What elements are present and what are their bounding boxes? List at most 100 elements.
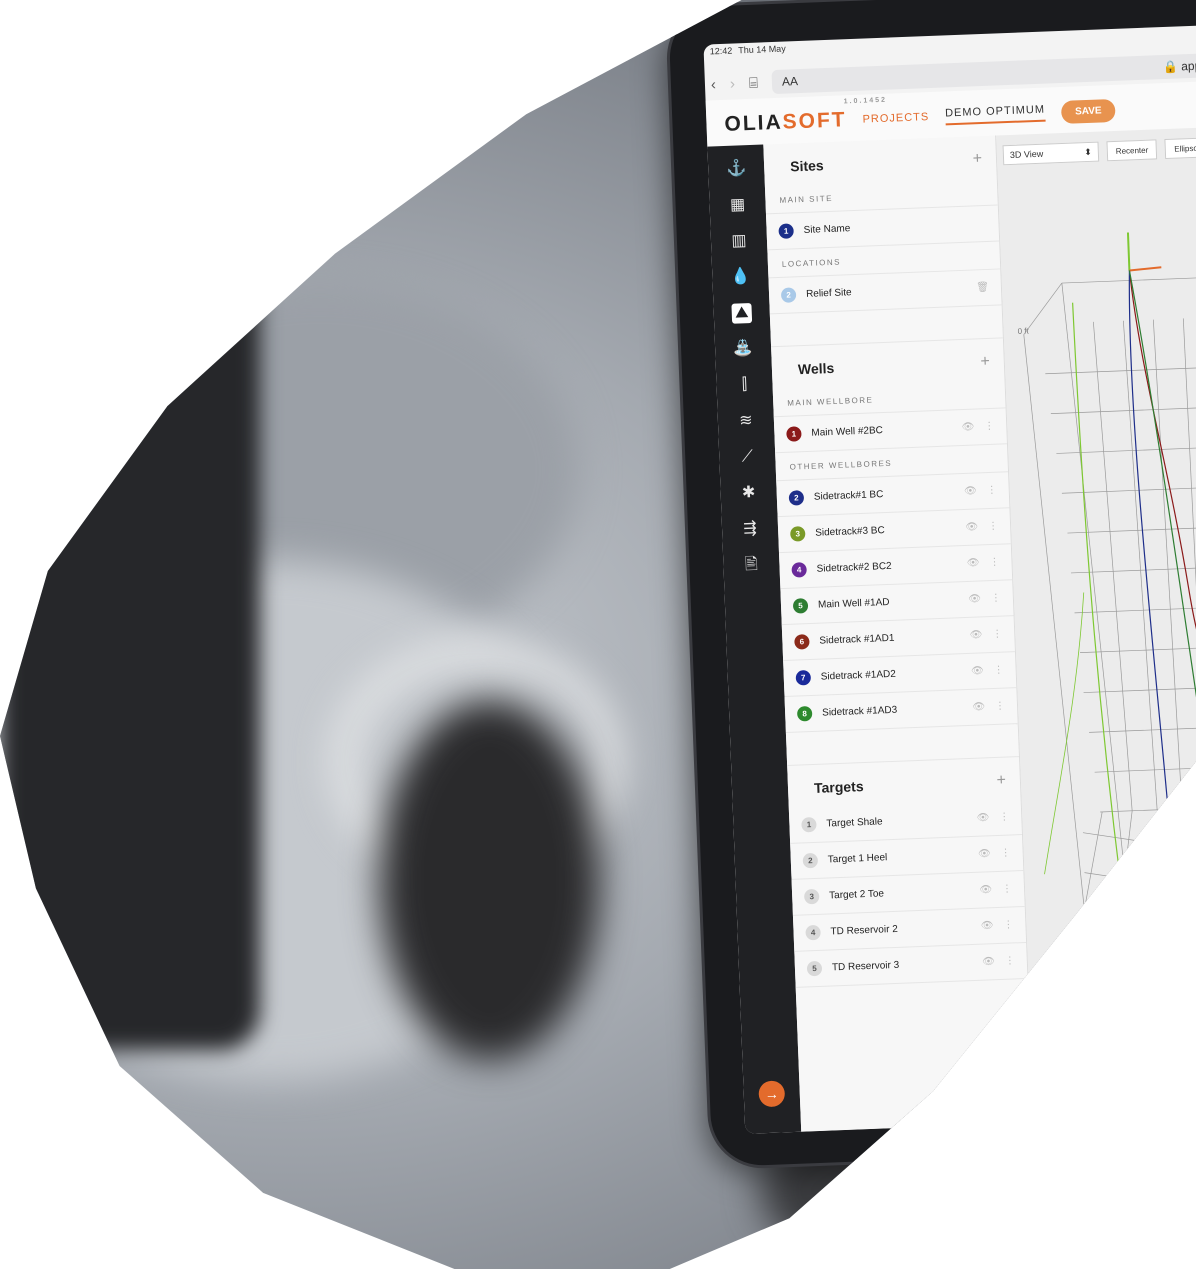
expand-arrow-icon[interactable]: →	[758, 1080, 786, 1108]
recenter-button[interactable]: Recenter	[1106, 139, 1158, 162]
number-badge: 8	[796, 705, 813, 722]
lock-icon: 🔒	[1162, 59, 1179, 75]
trash-icon[interactable]: 🗑	[976, 282, 989, 293]
app-body: ⚓ ▦ ▥ 💧 ⛰ ⛲ ⫿ ≋ ⟋ ✱ ⇶ 🖹 → Sites + MAIN SITE 1 Site Na…	[707, 124, 1196, 1134]
eye-icon[interactable]: 👁	[979, 884, 992, 895]
more-icon[interactable]: ⋮	[989, 557, 999, 568]
eye-icon[interactable]: 👁	[972, 701, 985, 712]
east-axis	[1129, 266, 1162, 272]
survey-icon[interactable]: ⇶	[740, 519, 761, 540]
number-badge: 2	[788, 490, 805, 506]
status-time: 12:42	[709, 45, 733, 57]
back-icon[interactable]: ‹	[711, 76, 717, 93]
eye-icon[interactable]: 👁	[967, 557, 980, 568]
north-axis	[1126, 232, 1131, 271]
site-name: Relief Site	[805, 287, 852, 300]
derrick-icon[interactable]: ✱	[738, 483, 759, 504]
save-button[interactable]: SAVE	[1060, 98, 1117, 124]
eye-icon[interactable]: 👁	[964, 486, 977, 497]
eye-icon[interactable]: 👁	[976, 812, 989, 823]
well-name: Main Well #1AD	[817, 596, 890, 611]
add-well-icon[interactable]: +	[980, 353, 990, 371]
eye-icon[interactable]: 👁	[965, 521, 978, 532]
more-icon[interactable]: ⋮	[1003, 919, 1013, 930]
view-mode-select[interactable]: 3D View ⬍	[1002, 141, 1100, 166]
select-arrow-icon: ⬍	[1084, 146, 1093, 157]
ellipsoid-button[interactable]: Ellipsoi	[1164, 137, 1196, 160]
nav-projects[interactable]: PROJECTS	[862, 111, 929, 126]
number-badge: 2	[780, 287, 797, 303]
rig-icon[interactable]: ⚓	[726, 159, 747, 180]
more-icon[interactable]: ⋮	[984, 421, 994, 432]
more-icon[interactable]: ⋮	[1005, 955, 1015, 966]
more-icon[interactable]: ⋮	[1000, 847, 1010, 858]
more-icon[interactable]: ⋮	[995, 701, 1005, 712]
add-target-icon[interactable]: +	[996, 772, 1006, 790]
targets-title: Targets	[813, 778, 864, 796]
number-badge: 1	[778, 223, 794, 239]
well-name: Sidetrack #1AD1	[819, 632, 895, 647]
report-icon[interactable]: 🖹	[741, 555, 762, 576]
eye-icon[interactable]: 👁	[961, 422, 974, 433]
well-name: Sidetrack#3 BC	[815, 525, 885, 539]
forward-icon[interactable]: ›	[730, 75, 736, 92]
number-badge: 5	[792, 598, 809, 614]
more-icon[interactable]: ⋮	[991, 593, 1001, 604]
3d-plot[interactable]	[998, 167, 1196, 1075]
eye-icon[interactable]: 👁	[971, 665, 984, 676]
well-name: Main Well #2BC	[811, 425, 884, 439]
trend-icon[interactable]: ⟋	[737, 447, 758, 468]
site-icon[interactable]: ⛰	[731, 303, 753, 324]
more-icon[interactable]: ⋮	[1002, 883, 1012, 894]
logo-right: SOFT	[782, 108, 848, 134]
number-badge: 4	[791, 562, 807, 578]
number-badge: 1	[786, 426, 802, 442]
well-name: Sidetrack#1 BC	[813, 489, 884, 503]
target-name: Target Shale	[826, 816, 883, 830]
oliasoft-logo[interactable]: OLIASOFT 1.0.1452	[724, 97, 887, 137]
well-name: Sidetrack #1AD3	[821, 704, 898, 719]
version-label: 1.0.1452	[843, 96, 888, 106]
url-value: app.oliasoft.com	[1180, 55, 1196, 74]
number-badge: 5	[806, 960, 823, 977]
chart-icon[interactable]: ≋	[736, 411, 757, 432]
background-clothing	[0, 0, 260, 1050]
more-icon[interactable]: ⋮	[999, 811, 1009, 822]
side-panel: Sites + MAIN SITE 1 Site Name LOCATIONS 2…	[763, 135, 1035, 1132]
number-badge: 2	[802, 852, 819, 869]
more-icon[interactable]: ⋮	[987, 485, 997, 496]
casing-icon[interactable]: ⫿	[734, 375, 755, 396]
background-hand	[380, 700, 600, 1060]
text-size-button[interactable]: AA	[782, 74, 799, 89]
more-icon[interactable]: ⋮	[993, 665, 1003, 676]
tower-icon[interactable]: ▥	[729, 231, 750, 252]
logo-left: OLIA	[724, 110, 784, 136]
target-name: Target 2 Toe	[828, 888, 885, 902]
number-badge: 6	[794, 634, 810, 650]
eye-icon[interactable]: 👁	[981, 920, 994, 931]
sites-title: Sites	[789, 157, 824, 175]
eye-icon[interactable]: 👁	[968, 593, 981, 604]
add-site-icon[interactable]: +	[972, 150, 982, 168]
well-name: Sidetrack#2 BC2	[816, 560, 892, 575]
more-icon[interactable]: ⋮	[992, 629, 1002, 640]
nav-current-project[interactable]: DEMO OPTIMUM	[944, 103, 1046, 126]
grid-icon[interactable]: ▦	[727, 195, 748, 216]
eye-icon[interactable]: 👁	[978, 848, 991, 859]
drop-icon[interactable]: 💧	[730, 267, 751, 288]
eye-icon[interactable]: 👁	[982, 956, 995, 967]
bookmarks-icon[interactable]: ⌸	[749, 74, 759, 91]
number-badge: 1	[801, 816, 817, 833]
number-badge: 7	[795, 670, 812, 686]
view-toolbar: 3D View ⬍ Recenter Ellipsoi	[1002, 137, 1196, 166]
tablet-screen: 12:42 Thu 14 May ‹ › ⌸ AA 🔒 app.oliasoft…	[703, 22, 1196, 1134]
background-photo: 12:42 Thu 14 May ‹ › ⌸ AA 🔒 app.oliasoft…	[0, 0, 1196, 1269]
well-icon[interactable]: ⛲	[733, 339, 754, 360]
number-badge: 3	[803, 888, 820, 905]
plot-grid	[1023, 276, 1196, 1019]
target-name: TD Reservoir 3	[831, 959, 900, 974]
target-row[interactable]: 5 TD Reservoir 3 👁 ⋮	[794, 942, 1028, 988]
eye-icon[interactable]: 👁	[969, 629, 982, 640]
well-name: Sidetrack #1AD2	[820, 668, 897, 683]
more-icon[interactable]: ⋮	[988, 521, 998, 532]
